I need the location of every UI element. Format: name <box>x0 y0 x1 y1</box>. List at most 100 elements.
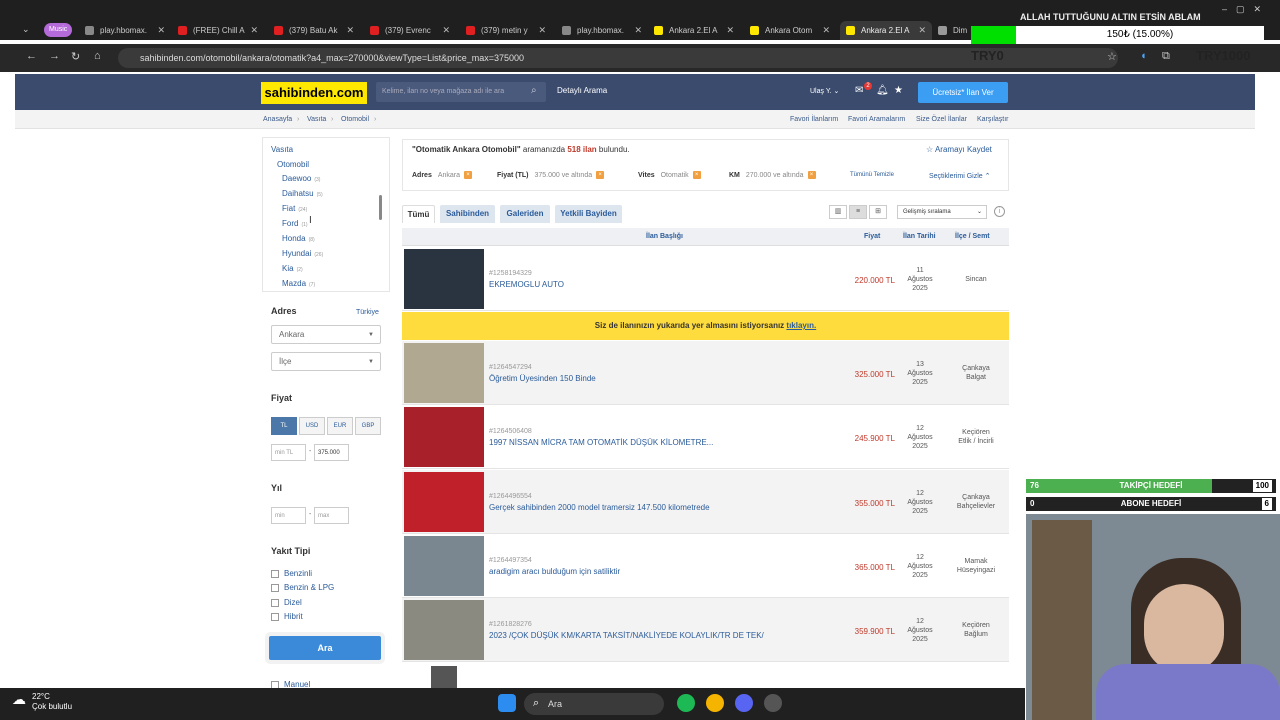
home-icon[interactable]: ⌂ <box>94 50 101 62</box>
forward-icon[interactable]: → <box>49 50 60 62</box>
browser-tab[interactable]: (379) metin y ✕ <box>460 21 552 40</box>
table-row[interactable]: #1264506408 1997 NİSSAN MİCRA TAM OTOMATİ… <box>402 405 1009 469</box>
tab-close-icon[interactable]: ✕ <box>538 25 546 36</box>
brand-item[interactable]: Honda (8) <box>282 234 315 243</box>
ilan-ver-button[interactable]: Ücretsiz* İlan Ver <box>918 82 1008 103</box>
listing-thumbnail[interactable] <box>404 600 484 660</box>
checkbox[interactable] <box>271 598 279 607</box>
obs-icon[interactable] <box>764 694 782 712</box>
promo-link[interactable]: tıklayın. <box>786 321 816 330</box>
browser-tab[interactable]: Ankara Otom ✕ <box>744 21 836 40</box>
tab-list-icon[interactable]: ⌄ <box>22 24 30 35</box>
mail-icon[interactable]: ✉ <box>855 85 863 96</box>
user-menu[interactable]: Ulaş Y. ⌄ <box>810 87 839 95</box>
table-row[interactable]: #1264496554 Gerçek sahibinden 2000 model … <box>402 470 1009 534</box>
col-ilan-basligi[interactable]: İlan Başlığı <box>646 233 683 240</box>
brand-item[interactable]: Kia (2) <box>282 264 303 273</box>
listing-thumbnail[interactable] <box>404 249 484 309</box>
category-otomobil[interactable]: Otomobil <box>277 160 309 169</box>
browser-tab[interactable]: Dim <box>932 21 972 40</box>
save-search-link[interactable]: ☆ Aramayı Kaydet <box>926 145 992 154</box>
listing-title[interactable]: aradigim aracı bulduğum için satiliktir <box>489 567 620 576</box>
adres-turkiye-link[interactable]: Türkiye <box>356 309 379 316</box>
tab-close-icon[interactable]: ✕ <box>442 25 450 36</box>
table-row[interactable]: #1264497354 aradigim aracı bulduğum için … <box>402 534 1009 598</box>
chrome-icon[interactable] <box>706 694 724 712</box>
listing-thumbnail[interactable] <box>404 343 484 403</box>
listing-title[interactable]: 1997 NİSSAN MİCRA TAM OTOMATİK DÜŞÜK KİL… <box>489 438 713 447</box>
breadcrumb-vasita[interactable]: Vasıta <box>307 116 326 123</box>
site-logo[interactable]: sahibinden.com <box>261 82 367 104</box>
brand-item[interactable]: Mazda (7) <box>282 279 315 288</box>
taskbar-search[interactable]: Ara <box>524 693 664 715</box>
tab-close-icon[interactable]: ✕ <box>918 25 926 36</box>
tab-close-icon[interactable]: ✕ <box>157 25 165 36</box>
brand-item[interactable]: Hyundai (26) <box>282 249 323 258</box>
checkbox[interactable] <box>271 612 279 621</box>
favorite-star-icon[interactable]: ★ <box>894 85 903 96</box>
tab-close-icon[interactable]: ✕ <box>726 25 734 36</box>
il-select[interactable]: Ankara <box>271 325 381 344</box>
col-ilce-semt[interactable]: İlçe / Semt <box>955 233 990 240</box>
breadcrumb-otomobil[interactable]: Otomobil <box>341 116 369 123</box>
price-max-input[interactable]: 375.000 <box>314 444 349 461</box>
detayli-arama-link[interactable]: Detaylı Arama <box>557 86 607 95</box>
tab-close-icon[interactable]: ✕ <box>822 25 830 36</box>
col-fiyat[interactable]: Fiyat <box>864 233 880 240</box>
bookmark-star-icon[interactable]: ☆ <box>1107 50 1117 63</box>
yakit-benzinli[interactable]: Benzinli <box>271 569 312 578</box>
col-ilan-tarihi[interactable]: İlan Tarihi <box>903 233 936 240</box>
link-karsilastir[interactable]: Karşılaştır <box>977 116 1009 123</box>
view-gallery-icon[interactable]: ▥ <box>829 205 847 219</box>
tab-sahibinden[interactable]: Sahibinden <box>440 205 495 223</box>
listing-thumbnail[interactable] <box>404 536 484 596</box>
remove-filter-icon[interactable]: × <box>596 171 605 179</box>
remove-filter-icon[interactable]: × <box>464 171 473 179</box>
yakit-benzin-lpg[interactable]: Benzin & LPG <box>271 583 334 592</box>
search-icon[interactable]: ⌕ <box>531 85 537 96</box>
listing-thumbnail[interactable] <box>404 407 484 467</box>
category-vasita[interactable]: Vasıta <box>271 145 293 154</box>
windows-start-icon[interactable] <box>498 694 516 712</box>
table-row[interactable]: #1264547294 Öğretim Üyesinden 150 Binde 32… <box>402 341 1009 405</box>
table-row[interactable]: #1258194329 EKREMOGLU AUTO 220.000 TL 11 Ağu… <box>402 247 1009 311</box>
tab-close-icon[interactable]: ✕ <box>634 25 642 36</box>
site-search-input[interactable]: Kelime, ilan no veya mağaza adı ile ara <box>376 82 546 102</box>
tab-close-icon[interactable]: ✕ <box>346 25 354 36</box>
browser-tab[interactable]: play.hbomax. ✕ <box>556 21 648 40</box>
link-favori-ilanlar[interactable]: Favori İlanlarım <box>790 116 838 123</box>
yil-min-input[interactable]: min <box>271 507 306 524</box>
brand-item[interactable]: Fiat (24) <box>282 204 307 213</box>
window-controls[interactable]: –▢✕ <box>1222 4 1270 15</box>
currency-eur[interactable]: EUR <box>327 417 353 435</box>
yakit-dizel[interactable]: Dizel <box>271 598 302 607</box>
currency-usd[interactable]: USD <box>299 417 325 435</box>
checkbox[interactable] <box>271 583 279 592</box>
brand-item[interactable]: Daewoo (3) <box>282 174 320 183</box>
currency-gbp[interactable]: GBP <box>355 417 381 435</box>
ilce-select[interactable]: İlçe <box>271 352 381 371</box>
link-size-ozel[interactable]: Size Özel İlanlar <box>916 116 967 123</box>
browser-tab[interactable]: (379) Batu Ak ✕ <box>268 21 360 40</box>
brand-item[interactable]: Daihatsu (5) <box>282 189 323 198</box>
table-row[interactable]: #1261828276 2023 /ÇOK DÜŞÜK KM/KARTA TAKS… <box>402 598 1009 662</box>
listing-title[interactable]: 2023 /ÇOK DÜŞÜK KM/KARTA TAKSİT/NAKLİYED… <box>489 631 764 640</box>
clear-all-link[interactable]: Tümünü Temizle <box>850 172 894 178</box>
checkbox[interactable] <box>271 569 279 578</box>
category-scrollbar[interactable] <box>379 195 382 220</box>
tab-group-label[interactable]: Music <box>44 23 73 37</box>
tab-yetkili-bayiden[interactable]: Yetkili Bayiden <box>555 205 622 223</box>
listing-title[interactable]: EKREMOGLU AUTO <box>489 280 564 289</box>
brand-item[interactable]: Ford (1) <box>282 219 308 228</box>
remove-filter-icon[interactable]: × <box>692 171 701 179</box>
listing-thumbnail[interactable] <box>404 472 484 532</box>
weather-widget[interactable]: ☁ 22°C Çok bulutlu <box>12 692 72 712</box>
yil-max-input[interactable]: max <box>314 507 349 524</box>
tab-close-icon[interactable]: ✕ <box>250 25 258 36</box>
url-field[interactable]: sahibinden.com/otomobil/ankara/otomatik?… <box>118 48 1118 68</box>
link-favori-aramalar[interactable]: Favori Aramalarım <box>848 116 905 123</box>
breadcrumb-anasayfa[interactable]: Anasayfa <box>263 116 292 123</box>
browser-tab[interactable]: Ankara 2.El A ✕ <box>840 21 932 40</box>
view-grid-icon[interactable]: ⊞ <box>869 205 887 219</box>
browser-tab[interactable]: (FREE) Chill A ✕ <box>172 21 264 40</box>
